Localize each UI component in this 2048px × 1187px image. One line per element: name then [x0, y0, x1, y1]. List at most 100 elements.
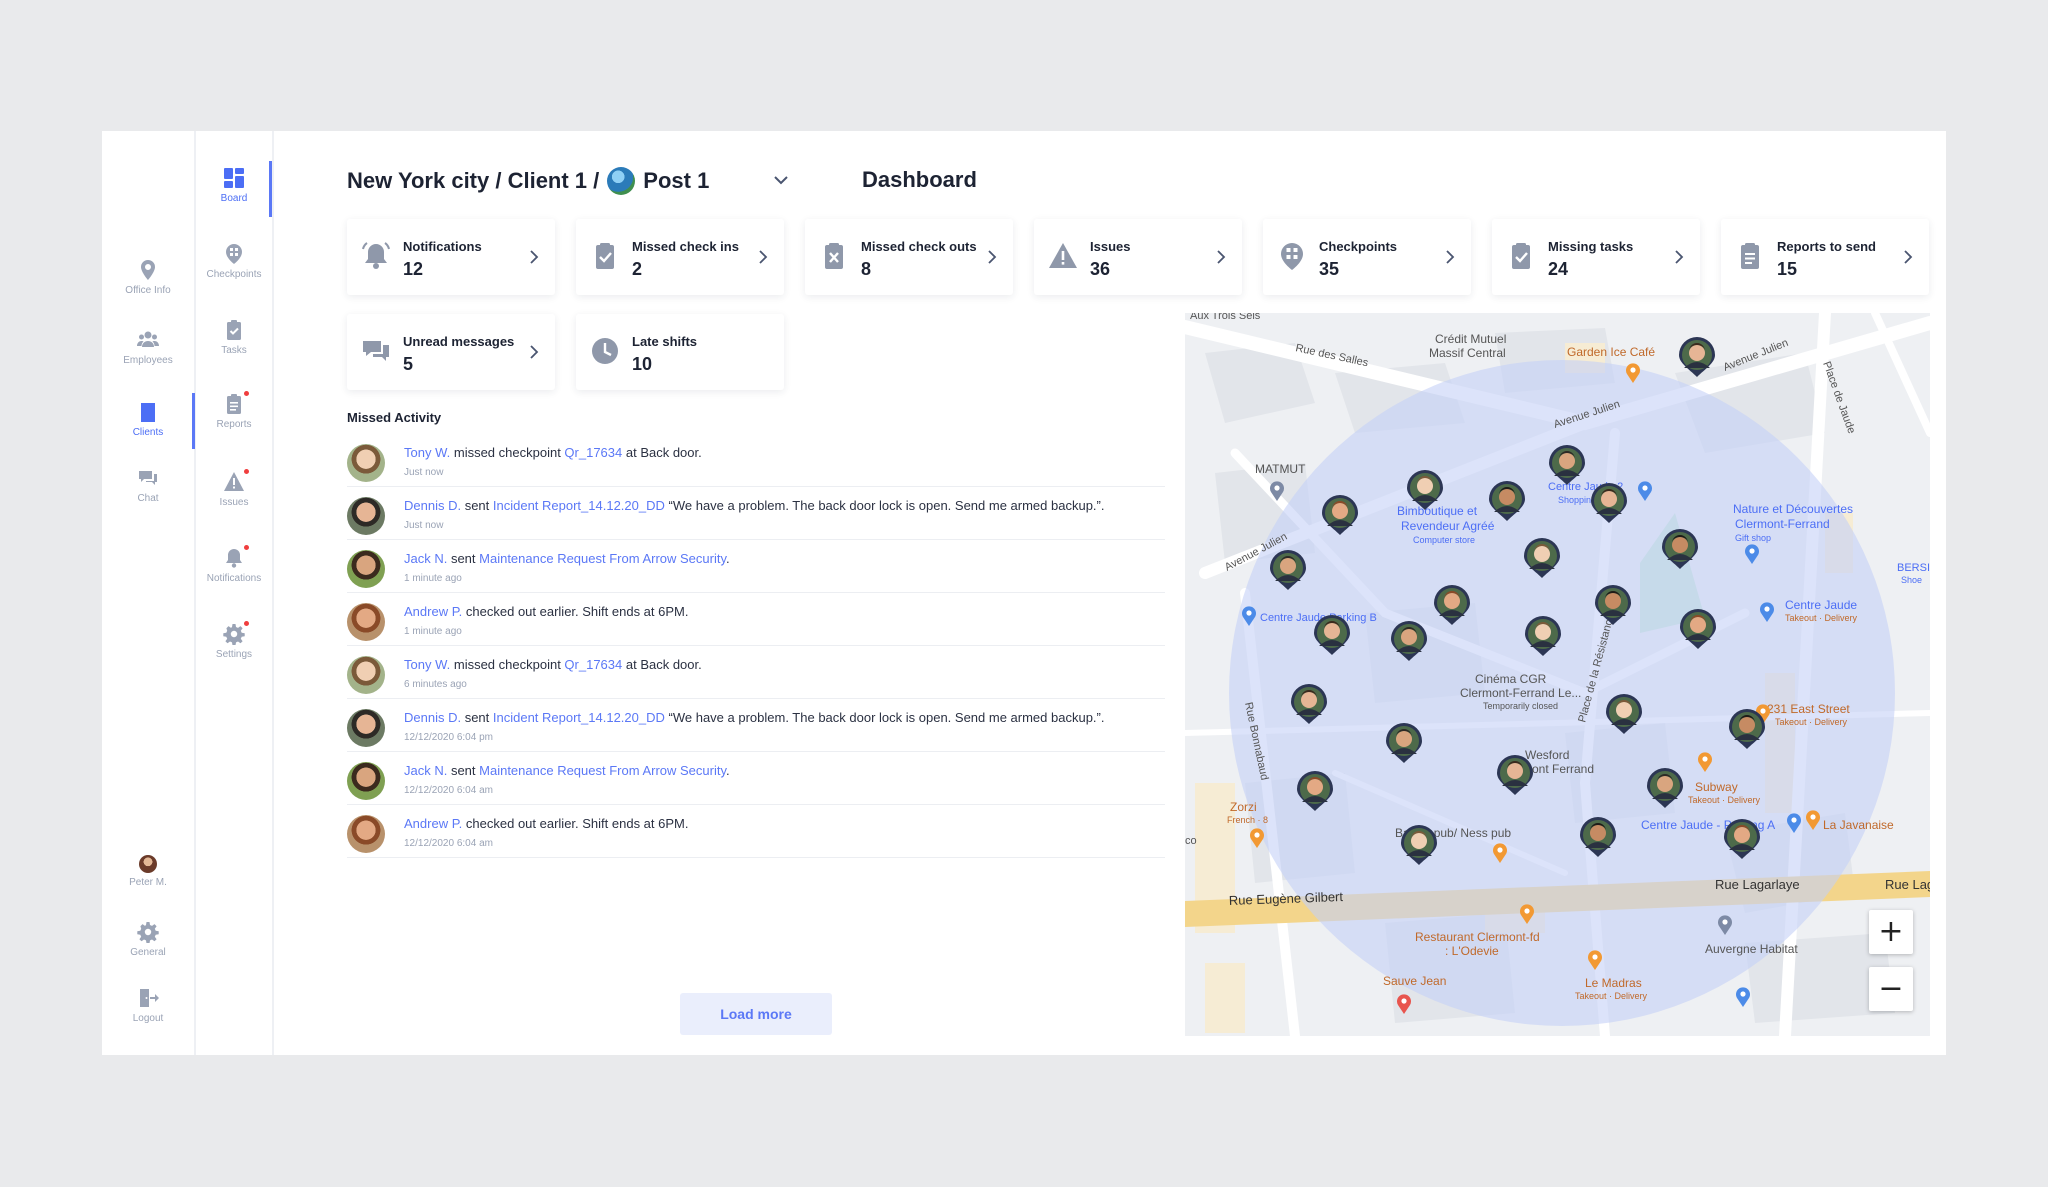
activity-link[interactable]: Qr_17634	[564, 657, 622, 672]
nav-tasks[interactable]: Tasks	[196, 319, 272, 356]
activity-link[interactable]: Qr_17634	[564, 445, 622, 460]
stat-card[interactable]: Notifications 12	[347, 219, 555, 295]
avatar	[347, 762, 385, 800]
nav-board[interactable]: Board	[196, 167, 272, 204]
nav-label: Office Info	[125, 285, 171, 296]
map-label: Crédit Mutuel	[1435, 332, 1506, 346]
breadcrumb-path[interactable]: New York city / Client 1 /	[347, 168, 599, 194]
stat-card[interactable]: Issues 36	[1034, 219, 1242, 295]
map-canvas[interactable]: Aux Trois SelsRue des SallesCrédit Mutue…	[1185, 313, 1930, 1036]
map-label: co	[1185, 835, 1197, 847]
list-item[interactable]: Jack N. sent Maintenance Request From Ar…	[347, 540, 1165, 593]
stat-card[interactable]: Checkpoints 35	[1263, 219, 1471, 295]
dashboard-icon	[223, 167, 245, 189]
activity-message: sent	[461, 710, 493, 725]
user-link[interactable]: Dennis D.	[404, 498, 461, 513]
timestamp: 12/12/2020 6:04 am	[404, 838, 493, 849]
list-item[interactable]: Andrew P. checked out earlier. Shift end…	[347, 593, 1165, 646]
map-label: Auvergne Habitat	[1705, 942, 1798, 956]
nav-employees[interactable]: Employees	[102, 329, 194, 366]
chevron-right-icon[interactable]	[1443, 249, 1457, 265]
clipboard-x-icon	[819, 241, 849, 271]
chevron-right-icon[interactable]	[756, 249, 770, 265]
user-link[interactable]: Tony W.	[404, 445, 450, 460]
stat-card[interactable]: Late shifts 10	[576, 314, 784, 390]
load-more-button[interactable]: Load more	[680, 993, 832, 1035]
chevron-right-icon[interactable]	[527, 249, 541, 265]
list-item[interactable]: Tony W. missed checkpoint Qr_17634 at Ba…	[347, 646, 1165, 699]
issues-alert-dot	[244, 469, 249, 474]
user-link[interactable]: Andrew P.	[404, 816, 462, 831]
nav-checkpoints[interactable]: Checkpoints	[196, 243, 272, 280]
stat-card[interactable]: Unread messages 5	[347, 314, 555, 390]
list-item[interactable]: Tony W. missed checkpoint Qr_17634 at Ba…	[347, 434, 1165, 487]
list-item[interactable]: Andrew P. checked out earlier. Shift end…	[347, 805, 1165, 858]
nav-general[interactable]: General	[102, 921, 194, 958]
nav-reports[interactable]: Reports	[196, 393, 272, 430]
chevron-right-icon[interactable]	[1672, 249, 1686, 265]
chevron-down-icon[interactable]	[770, 169, 792, 191]
activity-link[interactable]: Maintenance Request From Arrow Security	[479, 551, 726, 566]
stat-value: 15	[1777, 259, 1798, 279]
nav-user[interactable]: Peter M.	[102, 855, 194, 888]
chevron-right-icon[interactable]	[985, 249, 999, 265]
nav-office-info[interactable]: Office Info	[102, 259, 194, 296]
stat-card[interactable]: Missing tasks 24	[1492, 219, 1700, 295]
map-label: Le Madras	[1585, 976, 1642, 990]
list-item[interactable]: Dennis D. sent Incident Report_14.12.20_…	[347, 699, 1165, 752]
chevron-right-icon[interactable]	[527, 344, 541, 360]
user-link[interactable]: Tony W.	[404, 657, 450, 672]
activity-link[interactable]: Incident Report_14.12.20_DD	[493, 710, 665, 725]
map-label: Rue Lagarlaye	[1715, 877, 1800, 892]
stat-label: Reports to send	[1777, 239, 1876, 254]
nav-notifications[interactable]: Notifications	[196, 547, 272, 584]
activity-link[interactable]: Incident Report_14.12.20_DD	[493, 498, 665, 513]
list-item[interactable]: Jack N. sent Maintenance Request From Ar…	[347, 752, 1165, 805]
activity-link[interactable]: Maintenance Request From Arrow Security	[479, 763, 726, 778]
map-label: Nature et Découvertes	[1733, 502, 1853, 516]
stat-card[interactable]: Reports to send 15	[1721, 219, 1929, 295]
reports-alert-dot	[244, 391, 249, 396]
activity-text: Andrew P. checked out earlier. Shift end…	[404, 593, 1165, 620]
activity-text: Jack N. sent Maintenance Request From Ar…	[404, 540, 1165, 567]
nav-settings[interactable]: Settings	[196, 623, 272, 660]
report-icon	[1735, 241, 1765, 271]
stat-value: 8	[861, 259, 872, 279]
user-link[interactable]: Jack N.	[404, 763, 447, 778]
chevron-right-icon[interactable]	[1214, 249, 1228, 265]
activity-text: Dennis D. sent Incident Report_14.12.20_…	[404, 487, 1165, 514]
map-label: BERSI	[1897, 562, 1930, 574]
nav-label: Peter M.	[129, 877, 167, 888]
gear-icon	[137, 921, 159, 944]
zoom-out-button[interactable]: −	[1869, 967, 1913, 1011]
map[interactable]: Aux Trois Sels Rue des Salles Crédit Mutue…	[1185, 313, 1930, 1036]
map-label: Zorzi	[1230, 800, 1257, 814]
list-item[interactable]: Dennis D. sent Incident Report_14.12.20_…	[347, 487, 1165, 540]
activity-message: sent	[447, 551, 480, 566]
chat-icon	[137, 467, 159, 489]
nav-issues[interactable]: Issues	[196, 471, 272, 508]
secondary-nav: Board Checkpoints Tasks Reports Issues N…	[196, 131, 274, 1055]
nav-chat[interactable]: Chat	[102, 467, 194, 504]
map-label: Aux Trois Sels	[1190, 313, 1261, 322]
map-label: Centre Jaude	[1785, 598, 1857, 612]
stat-card[interactable]: Missed check outs 8	[805, 219, 1013, 295]
report-icon	[223, 393, 245, 415]
stat-card[interactable]: Missed check ins 2	[576, 219, 784, 295]
chevron-right-icon[interactable]	[1901, 249, 1915, 265]
nav-clients[interactable]: Clients	[102, 401, 194, 438]
bell-icon	[361, 241, 391, 271]
nav-logout[interactable]: Logout	[102, 987, 194, 1024]
stat-value: 36	[1090, 259, 1111, 279]
breadcrumb-post[interactable]: Post 1	[643, 168, 709, 194]
clipboard-check-icon	[1506, 241, 1536, 271]
activity-message-end: “We have a problem. The back door lock i…	[664, 498, 1105, 513]
user-link[interactable]: Jack N.	[404, 551, 447, 566]
user-link[interactable]: Andrew P.	[404, 604, 462, 619]
stat-label: Missed check outs	[861, 239, 977, 254]
user-link[interactable]: Dennis D.	[404, 710, 461, 725]
zoom-in-button[interactable]: +	[1869, 910, 1913, 954]
stat-value: 10	[632, 354, 653, 374]
map-label: La Javanaise	[1823, 818, 1894, 832]
map-label: Cinéma CGR	[1475, 672, 1547, 686]
